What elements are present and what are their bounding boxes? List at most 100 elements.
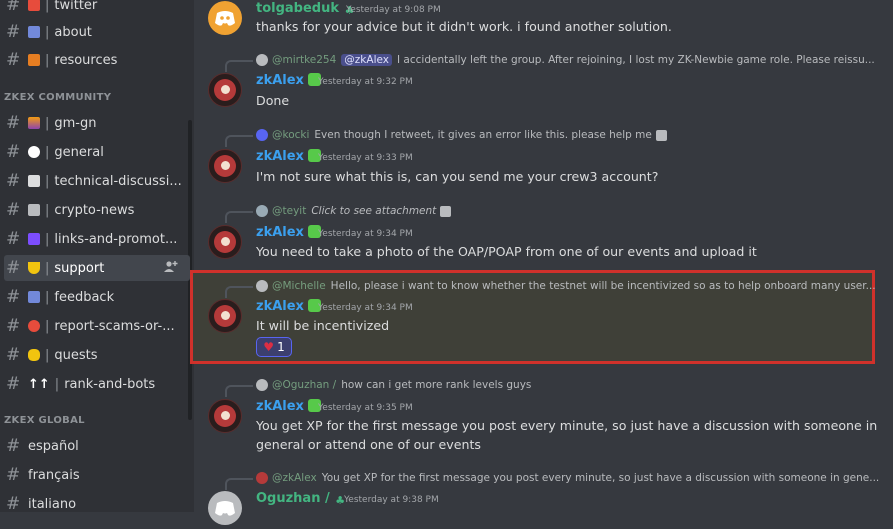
hash-icon: # (6, 170, 21, 191)
category-zkex-community[interactable]: ZKEX COMMUNITY (4, 92, 111, 103)
avatar[interactable] (208, 399, 242, 433)
up-arrows-icon: ↑↑ (28, 376, 50, 392)
reply-avatar (256, 280, 268, 292)
channel-gm-gn[interactable]: # | gm-gn (4, 110, 190, 136)
channel-rank-and-bots[interactable]: # ↑↑ | rank-and-bots (4, 371, 190, 397)
reply-preview[interactable]: @zkAlex You get XP for the first message… (256, 472, 879, 484)
reply-preview[interactable]: @Oguzhan / how can i get more rank level… (256, 379, 531, 391)
hash-icon: # (6, 344, 21, 365)
channel-technical-discussion[interactable]: # | technical-discussi... (4, 168, 190, 194)
message-text: It will be incentivized (256, 318, 390, 333)
channel-label: rank-and-bots (64, 376, 156, 392)
channel-label: about (54, 24, 92, 40)
timestamp: Yesterday at 9:38 PM (344, 495, 439, 505)
reply-avatar (256, 129, 268, 141)
hash-icon: # (6, 464, 21, 485)
channel-links-and-promotions[interactable]: # | links-and-promot... (4, 226, 190, 252)
reply-avatar (256, 472, 268, 484)
channel-label: gm-gn (54, 115, 97, 131)
reply-spine (225, 135, 253, 147)
bird-emoji-icon (28, 0, 40, 11)
reply-preview[interactable]: @kocki Even though I retweet, it gives a… (256, 129, 667, 141)
channel-label: report-scams-or-... (54, 318, 175, 334)
message-area: tolgabeduk ♣ Yesterday at 9:08 PM thanks … (190, 0, 893, 525)
channel-label: general (54, 144, 104, 160)
channel-francais[interactable]: # français (4, 462, 190, 488)
channel-support[interactable]: # | support (4, 255, 190, 281)
message-text: I'm not sure what this is, can you send … (256, 169, 659, 184)
sunrise-emoji-icon (28, 117, 40, 129)
heart-icon: ♥ (263, 340, 275, 354)
discord-logo-icon (215, 501, 235, 516)
hash-icon: # (6, 435, 21, 456)
channel-crypto-news[interactable]: # | crypto-news (4, 197, 190, 223)
reply-spine (225, 286, 253, 298)
add-member-icon[interactable] (164, 260, 178, 274)
reaction-count: 1 (277, 340, 285, 354)
username[interactable]: Oguzhan / ♣ (256, 491, 347, 507)
hash-icon: # (6, 112, 21, 133)
channel-italiano[interactable]: # italiano (4, 491, 190, 512)
channel-about[interactable]: # | about (4, 19, 190, 45)
username[interactable]: zkAlex (256, 73, 321, 88)
avatar[interactable] (208, 149, 242, 183)
channel-report-scams[interactable]: # | report-scams-or-... (4, 313, 190, 339)
muscle-icon (28, 349, 40, 361)
message-text: You need to take a photo of the OAP/POAP… (256, 244, 757, 259)
message-text: You get XP for the first message you pos… (256, 418, 878, 433)
username[interactable]: zkAlex (256, 399, 321, 414)
reply-spine (225, 211, 253, 223)
hash-icon: # (6, 49, 21, 70)
image-icon (655, 129, 667, 141)
message-text: thanks for your advice but it didn't wor… (256, 19, 672, 34)
channel-resources[interactable]: # | resources (4, 47, 190, 73)
channel-label: support (54, 260, 105, 276)
reply-spine (225, 478, 253, 490)
hash-icon: # (6, 493, 21, 512)
reply-spine (225, 385, 253, 397)
reply-preview[interactable]: @Michelle Hello, please i want to know w… (256, 280, 876, 292)
hash-icon: # (6, 286, 21, 307)
channel-espanol[interactable]: # español (4, 433, 190, 459)
channel-quests[interactable]: # | quests (4, 342, 190, 368)
timestamp: Yesterday at 9:34 PM (318, 303, 413, 313)
reply-spine (225, 60, 253, 72)
envelope-icon (28, 291, 40, 303)
channel-general[interactable]: # | general (4, 139, 190, 165)
discord-logo-icon (215, 11, 235, 26)
reply-avatar (256, 379, 268, 391)
channel-twitter[interactable]: # | twitter (4, 0, 190, 18)
username[interactable]: zkAlex (256, 299, 321, 314)
newspaper-icon (28, 204, 40, 216)
document-icon (28, 175, 40, 187)
avatar[interactable] (208, 299, 242, 333)
message-text-line2: general or attend one of our events (256, 437, 481, 452)
channel-feedback[interactable]: # | feedback (4, 284, 190, 310)
username[interactable]: tolgabeduk ♣ (256, 1, 356, 17)
channel-sidebar: # | twitter # | about # | resources ZKEX… (0, 0, 194, 512)
timestamp: Yesterday at 9:34 PM (318, 229, 413, 239)
timestamp: Yesterday at 9:35 PM (318, 403, 413, 413)
category-zkex-global[interactable]: ZKEX GLOBAL (4, 415, 85, 426)
book-emoji-icon (28, 54, 40, 66)
avatar[interactable] (208, 225, 242, 259)
message-text: Done (256, 93, 290, 108)
reply-preview[interactable]: @teyit Click to see attachment (256, 205, 452, 217)
hash-icon: # (6, 21, 21, 42)
username[interactable]: zkAlex (256, 225, 321, 240)
timestamp: Yesterday at 9:08 PM (346, 5, 441, 15)
avatar[interactable] (208, 73, 242, 107)
timestamp: Yesterday at 9:33 PM (318, 153, 413, 163)
group-icon (28, 233, 40, 245)
channel-label: feedback (54, 289, 115, 305)
reply-avatar (256, 54, 268, 66)
username[interactable]: zkAlex (256, 149, 321, 164)
channel-label: crypto-news (54, 202, 135, 218)
prohibited-icon (28, 320, 40, 332)
avatar[interactable] (208, 1, 242, 35)
reaction-heart[interactable]: ♥ 1 (256, 337, 292, 357)
avatar[interactable] (208, 491, 242, 525)
reply-preview[interactable]: @mirtke254 @zkAlex I accidentally left t… (256, 54, 875, 66)
hash-icon: # (6, 0, 21, 15)
hash-icon: # (6, 315, 21, 336)
